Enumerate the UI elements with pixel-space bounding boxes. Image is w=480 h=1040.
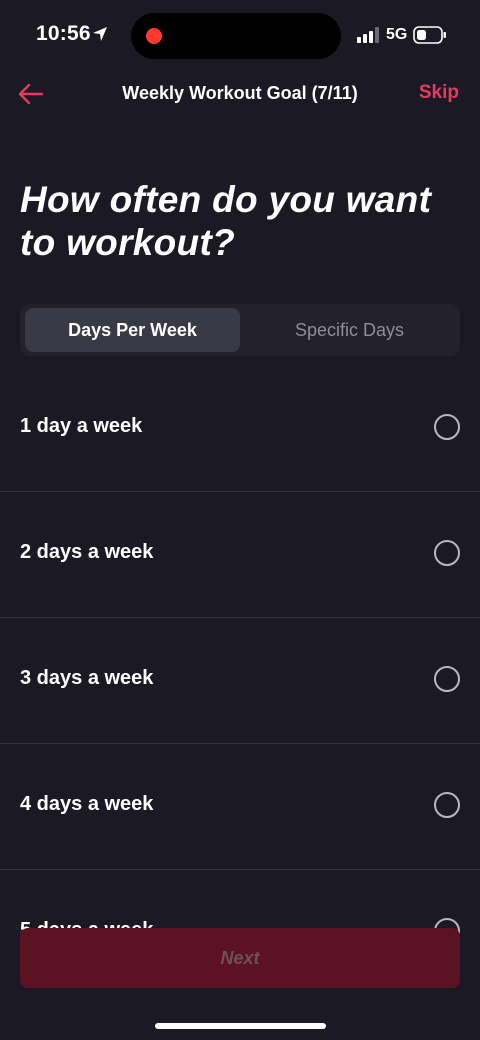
list-item[interactable]: 4 days a week bbox=[0, 744, 480, 870]
radio-button[interactable] bbox=[434, 666, 460, 692]
list-item[interactable]: 1 day a week bbox=[0, 366, 480, 492]
home-indicator bbox=[155, 1023, 326, 1029]
next-button[interactable]: Next bbox=[20, 928, 460, 988]
nav-title: Weekly Workout Goal (7/11) bbox=[122, 83, 358, 103]
network-label: 5G bbox=[386, 26, 408, 43]
nav-bar: Weekly Workout Goal (7/11) Skip bbox=[0, 72, 480, 116]
battery-icon bbox=[413, 26, 446, 44]
list-item[interactable]: 3 days a week bbox=[0, 618, 480, 744]
skip-button[interactable]: Skip bbox=[419, 82, 459, 104]
tab-specific-days[interactable]: Specific Days bbox=[242, 308, 457, 352]
option-label: 4 days a week bbox=[20, 793, 154, 815]
status-time: 10:56 bbox=[36, 22, 91, 45]
option-list: 1 day a week 2 days a week 3 days a week… bbox=[0, 366, 480, 996]
radio-button[interactable] bbox=[434, 540, 460, 566]
tab-days-per-week[interactable]: Days Per Week bbox=[25, 308, 240, 352]
option-label: 3 days a week bbox=[20, 667, 154, 689]
location-arrow-icon bbox=[93, 27, 107, 41]
segmented-control: Days Per Week Specific Days bbox=[20, 304, 460, 356]
radio-button[interactable] bbox=[434, 414, 460, 440]
option-label: 1 day a week bbox=[20, 415, 143, 437]
dynamic-island bbox=[131, 13, 341, 59]
signal-icon bbox=[357, 27, 379, 43]
status-bar: 10:56 5G bbox=[0, 0, 480, 72]
bottom-bar: Next bbox=[0, 915, 480, 1040]
recording-dot-icon bbox=[146, 28, 162, 44]
screen: 10:56 5G Weekly Workout Goal (7/11) Skip… bbox=[0, 0, 480, 1040]
page-title: How often do you want to workout? bbox=[20, 179, 432, 263]
list-item[interactable]: 2 days a week bbox=[0, 492, 480, 618]
radio-button[interactable] bbox=[434, 792, 460, 818]
option-label: 2 days a week bbox=[20, 541, 154, 563]
